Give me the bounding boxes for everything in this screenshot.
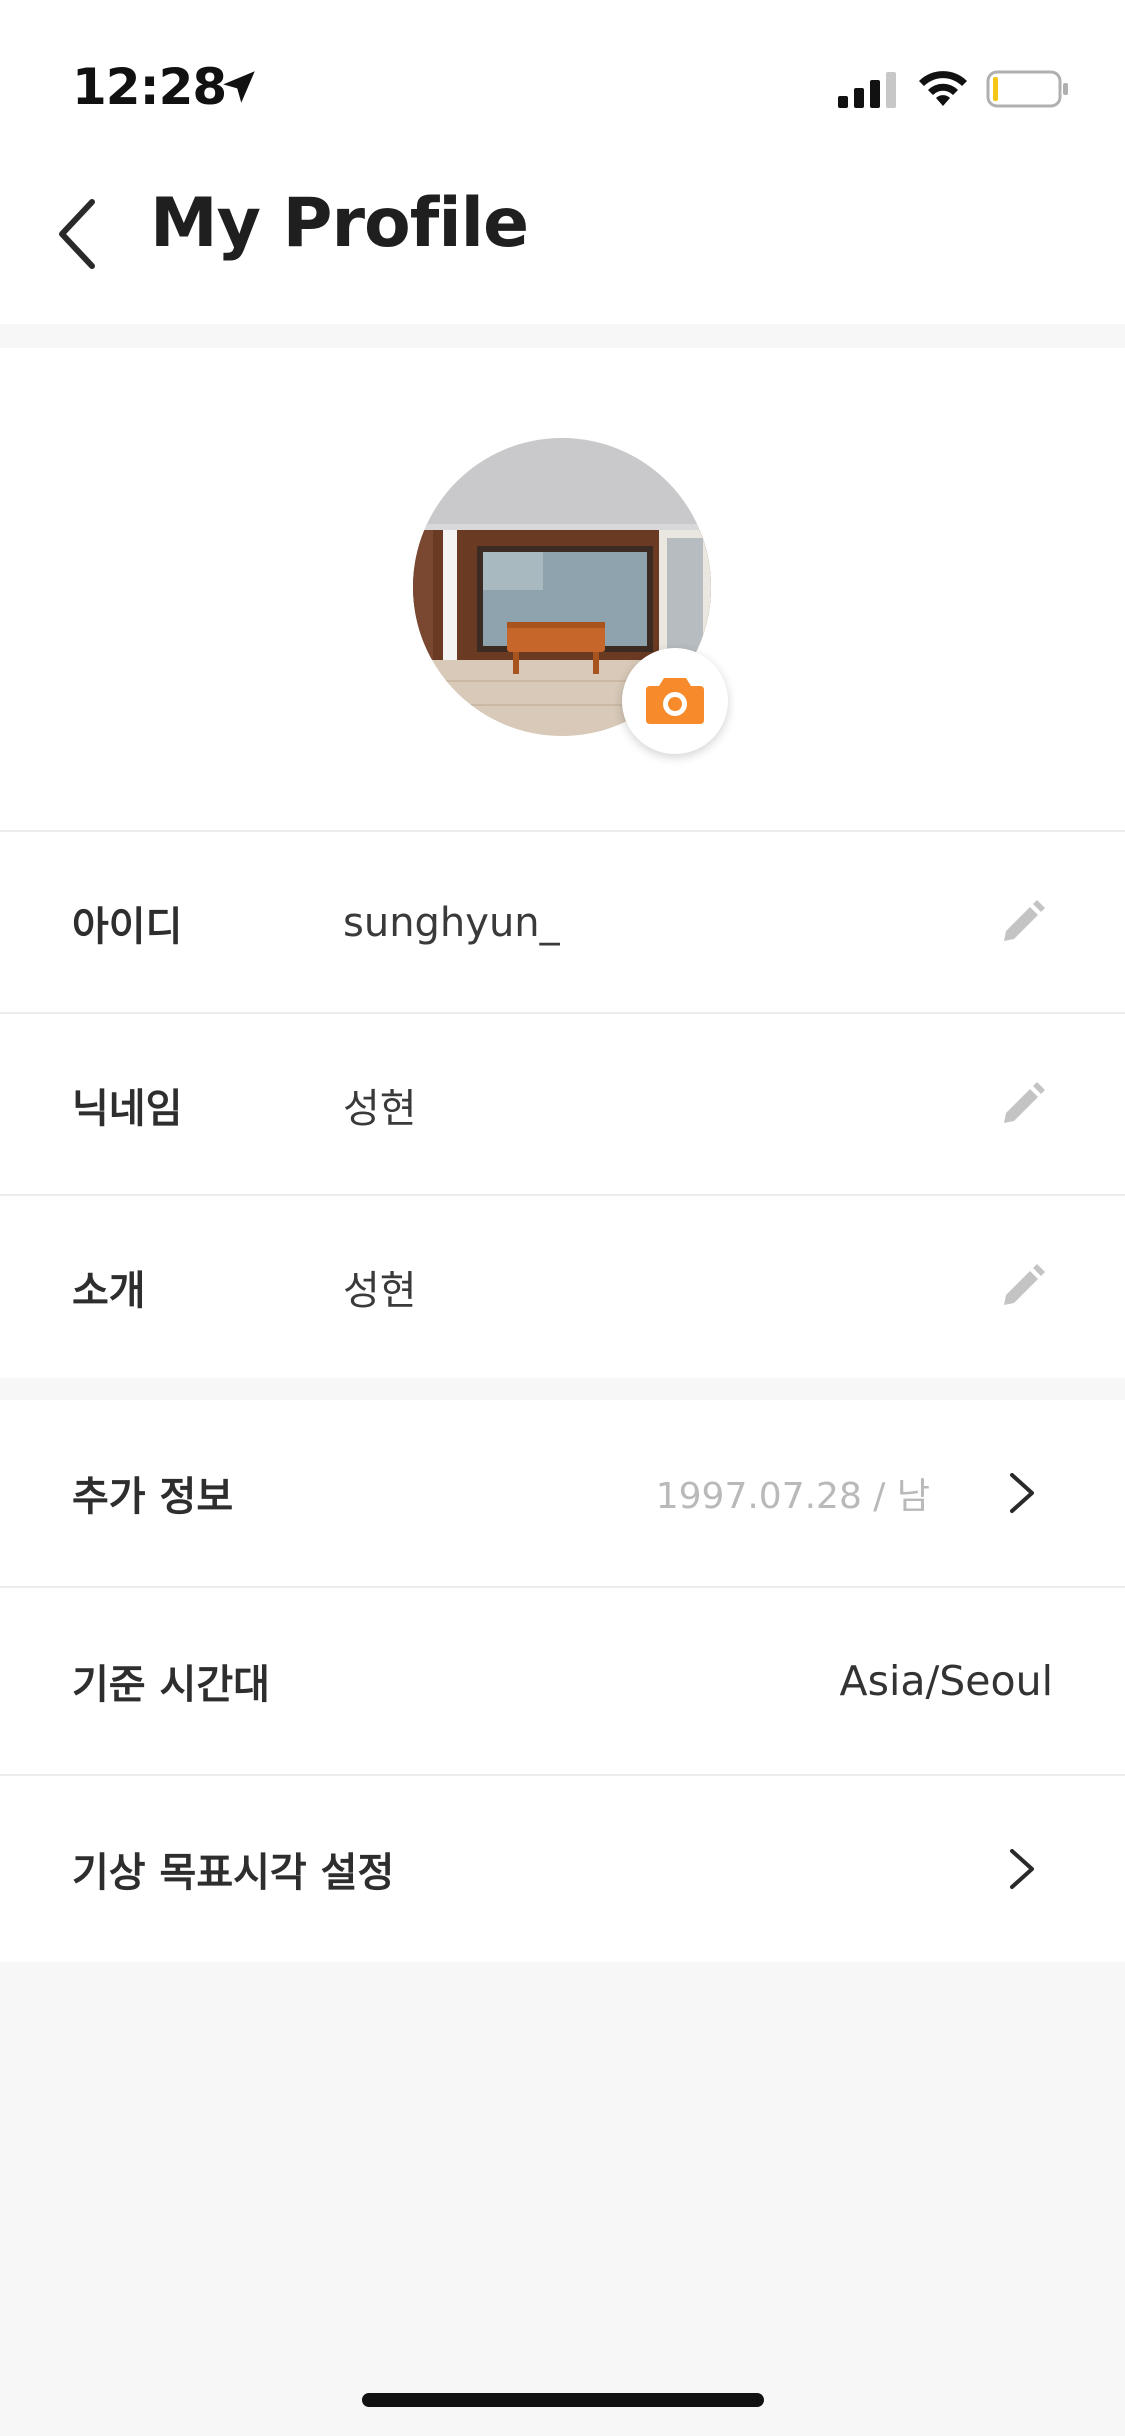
wifi-icon: [919, 71, 967, 106]
id-row[interactable]: 아이디 sunghyun_: [0, 830, 1125, 1014]
extra-info-label: 추가 정보: [72, 1474, 234, 1520]
profile-info-section: 아이디 sunghyun_ 닉네임 성현 소개 성현: [0, 830, 1125, 1378]
camera-icon: [646, 678, 704, 724]
id-label: 아이디: [72, 904, 183, 950]
home-indicator[interactable]: [362, 2393, 764, 2407]
header: My Profile: [0, 150, 1125, 324]
location-arrow-icon: [223, 71, 255, 103]
wake-goal-row[interactable]: 기상 목표시각 설정: [0, 1774, 1125, 1962]
nickname-label: 닉네임: [72, 1086, 183, 1132]
pencil-icon[interactable]: [998, 1263, 1046, 1311]
chevron-right-icon[interactable]: [1006, 1469, 1038, 1517]
chevron-right-icon[interactable]: [1006, 1845, 1038, 1893]
timezone-value: Asia/Seoul: [839, 1657, 1053, 1705]
status-bar: 12:28: [0, 0, 1125, 150]
change-photo-button[interactable]: [622, 648, 728, 754]
bio-label: 소개: [72, 1268, 146, 1314]
profile-photo-section: [0, 348, 1125, 830]
status-time: 12:28: [72, 58, 227, 116]
timezone-row[interactable]: 기준 시간대 Asia/Seoul: [0, 1586, 1125, 1774]
extra-info-row[interactable]: 추가 정보 1997.07.28 / 남: [0, 1400, 1125, 1586]
page-title: My Profile: [150, 184, 529, 263]
chevron-left-icon[interactable]: [52, 194, 102, 274]
wake-goal-label: 기상 목표시각 설정: [72, 1850, 395, 1896]
nickname-row[interactable]: 닉네임 성현: [0, 1012, 1125, 1196]
settings-section: 추가 정보 1997.07.28 / 남 기준 시간대 Asia/Seoul 기…: [0, 1400, 1125, 1962]
pencil-icon[interactable]: [998, 1081, 1046, 1129]
id-value: sunghyun_: [343, 900, 560, 946]
nickname-value: 성현: [343, 1086, 417, 1132]
timezone-label: 기준 시간대: [72, 1662, 270, 1708]
battery-icon: [986, 70, 1068, 108]
cellular-signal-icon: [838, 72, 896, 108]
bio-value: 성현: [343, 1268, 417, 1314]
pencil-icon[interactable]: [998, 899, 1046, 947]
bio-row[interactable]: 소개 성현: [0, 1194, 1125, 1378]
extra-info-value: 1997.07.28 / 남: [655, 1476, 930, 1517]
